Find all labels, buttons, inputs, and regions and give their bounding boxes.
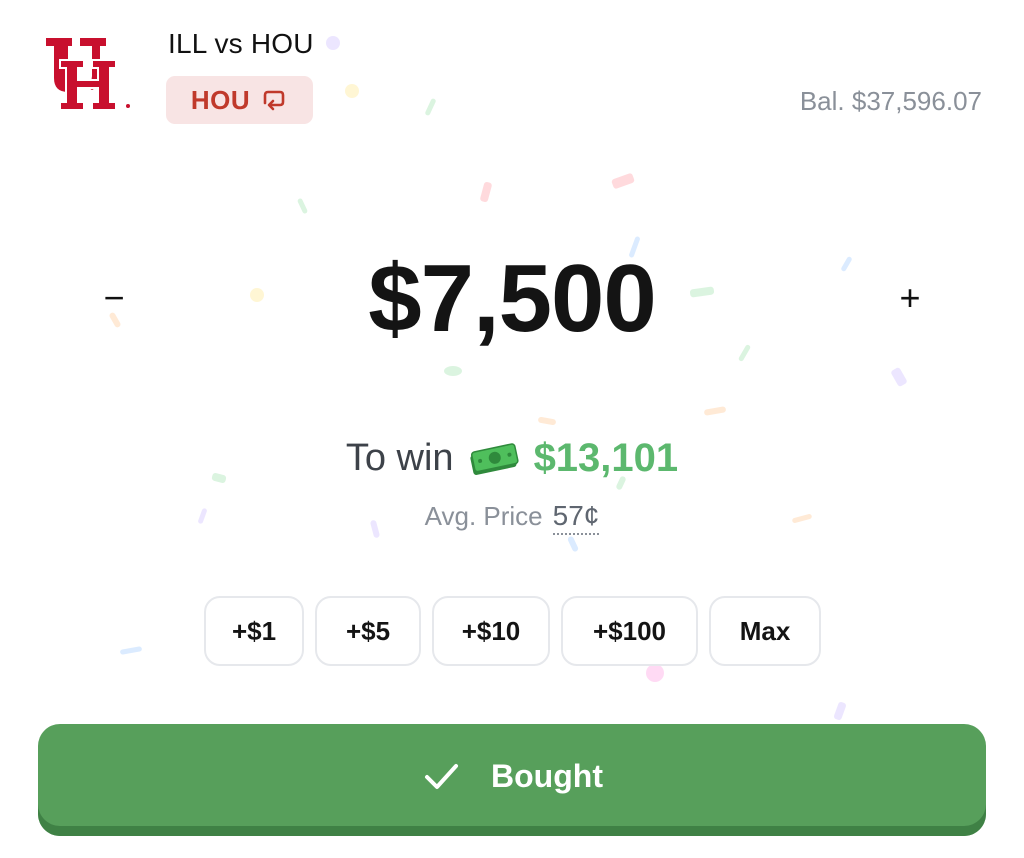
balance: Bal. $37,596.07 — [799, 86, 982, 116]
bought-button[interactable]: Bought — [38, 724, 986, 836]
to-win-value: $13,101 — [533, 436, 679, 480]
increase-amount-button[interactable]: + — [882, 270, 938, 326]
check-icon — [425, 764, 459, 789]
avg-price-value[interactable]: 57¢ — [552, 500, 600, 535]
bought-label: Bought — [491, 757, 603, 794]
quick-add-5-button[interactable]: +$5 — [315, 596, 421, 666]
matchup-title: ILL vs HOU — [168, 28, 314, 59]
to-win-label: To win — [345, 437, 454, 479]
money-icon — [469, 442, 519, 475]
selected-team-label: HOU — [190, 84, 251, 115]
quick-add-10-button[interactable]: +$10 — [432, 596, 550, 666]
quick-add-1-button[interactable]: +$1 — [204, 596, 304, 666]
swap-team-icon — [263, 90, 285, 111]
quick-add-100-button[interactable]: +$100 — [561, 596, 698, 666]
university-of-houston-logo — [46, 38, 130, 111]
quick-add-max-button[interactable]: Max — [709, 596, 821, 666]
decrease-amount-button[interactable]: − — [86, 270, 142, 326]
avg-price-label: Avg. Price — [424, 501, 543, 531]
avg-price-row: Avg. Price 57¢ — [0, 500, 1024, 535]
selected-team-chip[interactable]: HOU — [166, 76, 313, 124]
bet-amount[interactable]: $7,500 — [262, 244, 762, 354]
payout-row: To win $13,101 — [0, 436, 1024, 481]
